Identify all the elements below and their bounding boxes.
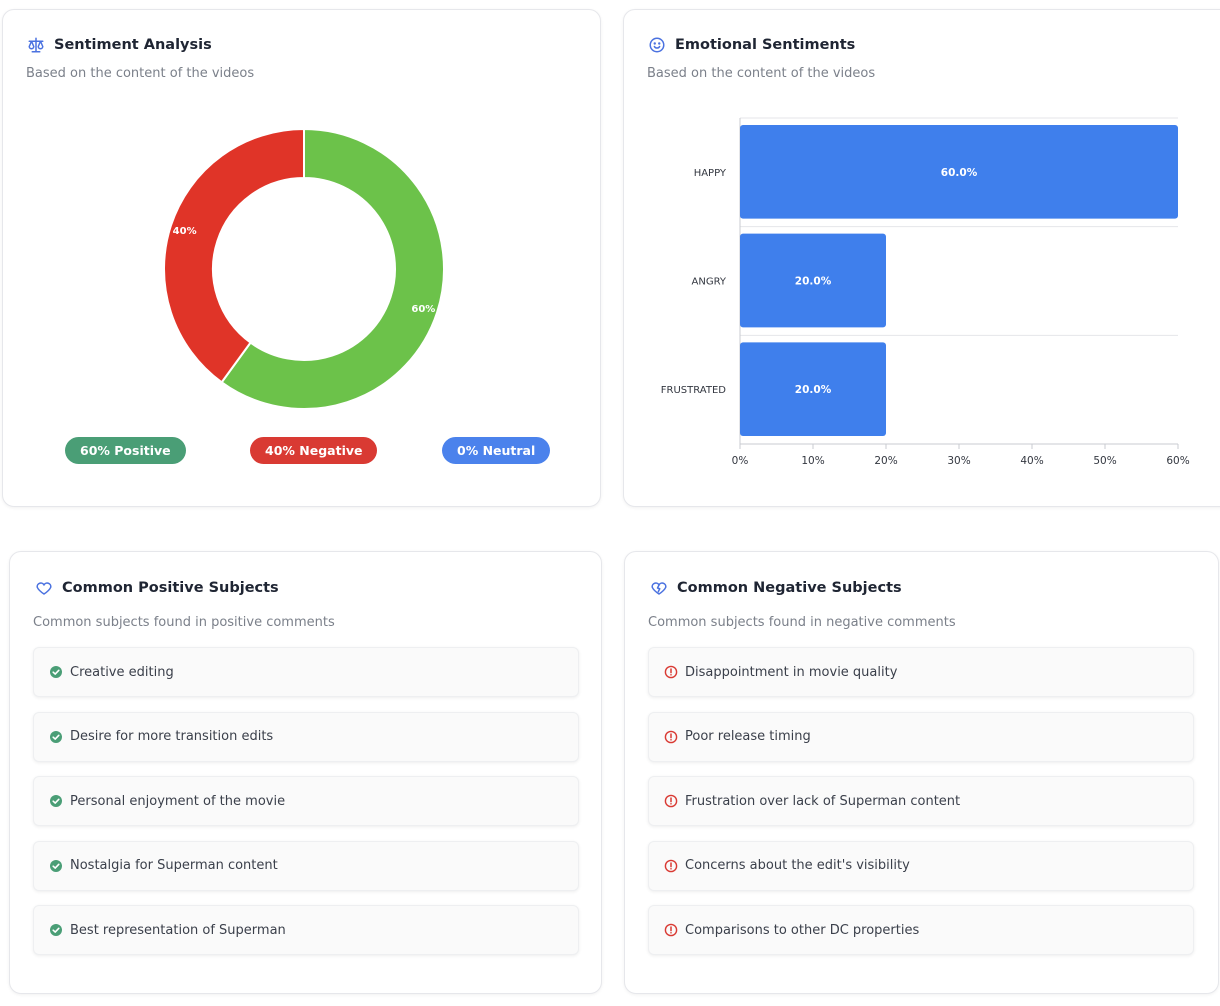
donut-slice-label: 40% (173, 226, 197, 237)
check-circle-icon (49, 859, 63, 873)
scale-icon (27, 36, 45, 54)
list-item-text: Desire for more transition edits (70, 729, 274, 744)
donut-slice-label: 60% (411, 304, 435, 315)
card-title: Sentiment Analysis (54, 37, 212, 53)
alert-circle-icon (664, 923, 678, 937)
neutral-pill: 0% Neutral (442, 437, 551, 464)
list-item-text: Frustration over lack of Superman conten… (685, 793, 961, 809)
check-circle-icon (49, 730, 63, 744)
sentiment-analysis-header: Sentiment Analysis (27, 36, 212, 54)
negative-subjects-card: Common Negative Subjects Common subjects… (624, 551, 1219, 994)
list-item-text: Personal enjoyment of the movie (70, 793, 286, 809)
list-item-text: Best representation of Superman (70, 922, 286, 938)
list-item: Best representation of Superman (33, 905, 579, 955)
bar-value-label: 20.0% (795, 276, 832, 288)
list-item: Personal enjoyment of the movie (33, 776, 579, 826)
list-item-text: Poor release timing (685, 729, 811, 744)
list-item-text: Nostalgia for Superman content (70, 858, 278, 873)
negative-subjects-header: Common Negative Subjects (650, 579, 902, 597)
list-item: Poor release timing (648, 711, 1194, 762)
list-item-text: Comparisons to other DC properties (685, 922, 920, 938)
x-tick-label: 30% (947, 455, 970, 467)
check-circle-icon (49, 665, 63, 679)
sentiment-analysis-card: Sentiment Analysis Based on the content … (2, 9, 601, 507)
bar-category-label: FRUSTRATED (661, 385, 727, 396)
bar-category-label: ANGRY (692, 277, 727, 288)
sentiment-donut-chart: 60% 40% (155, 114, 455, 414)
negative-pill: 40% Negative (250, 437, 378, 464)
list-item-text: Disappointment in movie quality (685, 664, 898, 680)
list-item-text: Creative editing (70, 664, 174, 680)
positive-subjects-card: Common Positive Subjects Common subjects… (9, 551, 602, 994)
negative-subjects-list: Disappointment in movie quality Poor rele… (648, 647, 1194, 970)
card-subtitle: Common subjects found in negative commen… (648, 615, 956, 630)
card-title: Common Positive Subjects (62, 580, 279, 596)
x-tick-label: 50% (1093, 455, 1116, 467)
x-tick-label: 20% (874, 455, 897, 467)
list-item: Desire for more transition edits (33, 711, 579, 762)
bar-value-label: 60.0% (941, 167, 978, 179)
alert-circle-icon (664, 794, 678, 808)
check-circle-icon (49, 923, 63, 937)
card-title: Common Negative Subjects (677, 580, 902, 596)
card-subtitle: Common subjects found in positive commen… (33, 615, 335, 630)
heart-outline-icon (35, 579, 53, 597)
list-item: Nostalgia for Superman content (33, 840, 579, 891)
alert-circle-icon (664, 730, 678, 744)
bar-category-label: HAPPY (694, 168, 727, 179)
list-item-text: Concerns about the edit's visibility (685, 858, 910, 873)
emotional-bar-chart: 0% 10% 20% 30% 40% 50% 60% 60.0% HAPPY 20.0% ANGRY… (661, 117, 1190, 467)
positive-subjects-header: Common Positive Subjects (35, 579, 279, 597)
check-circle-icon (49, 794, 63, 808)
list-item: Disappointment in movie quality (648, 647, 1194, 697)
list-item: Frustration over lack of Superman conten… (648, 776, 1194, 826)
x-tick-label: 0% (732, 455, 749, 467)
list-item: Comparisons to other DC properties (648, 905, 1194, 955)
bar-value-label: 20.0% (795, 384, 832, 396)
positive-pill: 60% Positive (65, 437, 186, 464)
list-item: Creative editing (33, 647, 579, 697)
x-tick-label: 10% (801, 455, 824, 467)
donut-slice-negative (163, 127, 305, 384)
card-subtitle: Based on the content of the videos (26, 66, 255, 81)
x-tick-label: 40% (1020, 455, 1043, 467)
list-item: Concerns about the edit's visibility (648, 840, 1194, 891)
broken-heart-icon (650, 579, 668, 597)
alert-circle-icon (664, 859, 678, 873)
emotional-sentiments-card: Emotional Sentiments Based on the conten… (623, 9, 1220, 507)
x-tick-label: 60% (1166, 455, 1189, 467)
positive-subjects-list: Creative editing Desire for more transiti… (33, 647, 579, 970)
alert-circle-icon (664, 665, 678, 679)
